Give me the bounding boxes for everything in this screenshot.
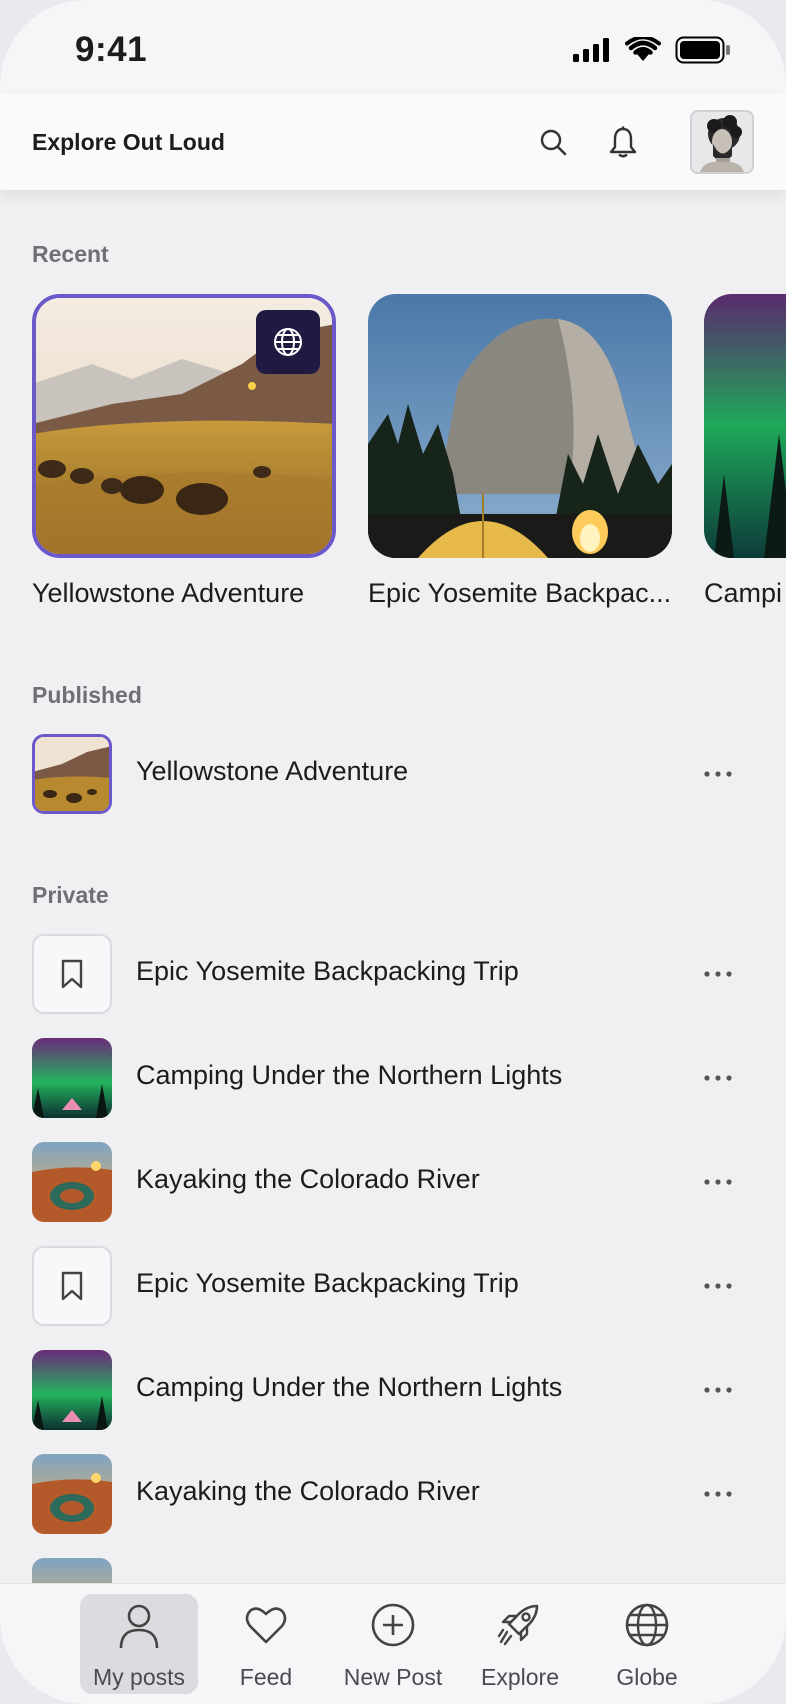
profile-avatar[interactable] xyxy=(690,110,754,174)
more-button[interactable] xyxy=(696,754,740,794)
tab-label: New Post xyxy=(343,1664,443,1690)
app-title: Explore Out Loud xyxy=(32,129,225,155)
list-item[interactable]: Kayaking the Colorado River xyxy=(32,1142,754,1222)
ellipsis-icon xyxy=(704,1491,732,1497)
tab-explore[interactable]: Explore xyxy=(461,1594,579,1694)
more-button[interactable] xyxy=(696,1162,740,1202)
list-item-title: Epic Yosemite Backpacking Trip xyxy=(136,1268,519,1298)
status-time: 9:41 xyxy=(75,30,148,69)
list-item-title: Yellowstone Adventure xyxy=(136,756,409,786)
tab-globe[interactable]: Globe xyxy=(588,1594,706,1694)
yellowstone-thumb xyxy=(32,734,112,814)
phone-screen: 9:41 Explore Out Loud Recent Yellowstone… xyxy=(0,0,786,1704)
list-item-title: Kayaking the Colorado River xyxy=(136,1476,480,1506)
cellular-signal-icon xyxy=(573,38,609,62)
search-button[interactable] xyxy=(530,119,576,165)
tab-new-post[interactable]: New Post xyxy=(334,1594,452,1694)
list-item[interactable]: Camping Under the Northern Lights xyxy=(32,1038,754,1118)
tab-my-posts[interactable]: My posts xyxy=(80,1594,198,1694)
status-bar: 9:41 xyxy=(0,0,786,94)
globe-icon xyxy=(274,328,302,356)
avatar-image xyxy=(692,112,752,172)
more-button[interactable] xyxy=(696,1474,740,1514)
aurora-thumb xyxy=(32,1350,112,1430)
status-icons xyxy=(573,36,731,64)
ellipsis-icon xyxy=(704,1387,732,1393)
bookmark-icon xyxy=(61,959,83,989)
tab-label: Feed xyxy=(239,1664,293,1690)
tab-label: My posts xyxy=(92,1664,186,1690)
rocket-icon xyxy=(497,1604,539,1646)
list-item-title: Epic Yosemite Backpacking Trip xyxy=(136,956,519,986)
heart-icon xyxy=(245,1607,287,1644)
canyon-thumb xyxy=(32,1454,112,1534)
recent-card-title: Epic Yosemite Backpac... xyxy=(368,578,672,608)
section-label-private: Private xyxy=(32,882,109,908)
notifications-button[interactable] xyxy=(600,119,646,165)
bell-icon xyxy=(609,126,637,158)
list-item[interactable]: Epic Yosemite Backpacking Trip xyxy=(32,934,754,1014)
ellipsis-icon xyxy=(704,1179,732,1185)
section-label-recent: Recent xyxy=(32,241,109,267)
more-button[interactable] xyxy=(696,1266,740,1306)
recent-card-title: Yellowstone Adventure xyxy=(32,578,305,608)
person-icon xyxy=(119,1604,159,1649)
canyon-thumb xyxy=(32,1142,112,1222)
ellipsis-icon xyxy=(704,1075,732,1081)
placeholder-thumb xyxy=(32,934,112,1014)
plus-circle-icon xyxy=(371,1603,415,1647)
globe-icon xyxy=(625,1603,669,1647)
aurora-image xyxy=(704,294,786,558)
more-button[interactable] xyxy=(696,1370,740,1410)
recent-card-title: Campi xyxy=(704,578,783,608)
more-button[interactable] xyxy=(696,1058,740,1098)
app-header: Explore Out Loud xyxy=(0,94,786,190)
tab-label: Globe xyxy=(616,1664,678,1690)
list-item-title: Camping Under the Northern Lights xyxy=(136,1060,563,1090)
list-item[interactable]: Kayaking the Colorado River xyxy=(32,1454,754,1534)
placeholder-thumb xyxy=(32,1246,112,1326)
recent-card-yosemite[interactable] xyxy=(368,294,672,558)
list-item-title: Kayaking the Colorado River xyxy=(136,1164,480,1194)
tab-feed[interactable]: Feed xyxy=(207,1594,325,1694)
list-item[interactable]: Camping Under the Northern Lights xyxy=(32,1350,754,1430)
tab-bar: My posts Feed New Post Explore Globe xyxy=(0,1583,786,1704)
aurora-thumb xyxy=(32,1038,112,1118)
ellipsis-icon xyxy=(704,771,732,777)
list-item[interactable]: Epic Yosemite Backpacking Trip xyxy=(32,1246,754,1326)
list-item-title: Camping Under the Northern Lights xyxy=(136,1372,563,1402)
recent-card-aurora[interactable] xyxy=(704,294,786,558)
bookmark-icon xyxy=(61,1271,83,1301)
tab-label: Explore xyxy=(481,1664,559,1690)
section-label-published: Published xyxy=(32,682,142,708)
ellipsis-icon xyxy=(704,1283,732,1289)
more-button[interactable] xyxy=(696,954,740,994)
battery-icon xyxy=(675,36,730,64)
wifi-icon xyxy=(625,37,661,61)
list-item[interactable]: Yellowstone Adventure xyxy=(32,734,754,814)
public-globe-badge xyxy=(256,310,320,374)
recent-card-yellowstone[interactable] xyxy=(32,294,336,558)
yosemite-image xyxy=(368,294,672,558)
ellipsis-icon xyxy=(704,971,732,977)
search-icon xyxy=(540,129,567,156)
